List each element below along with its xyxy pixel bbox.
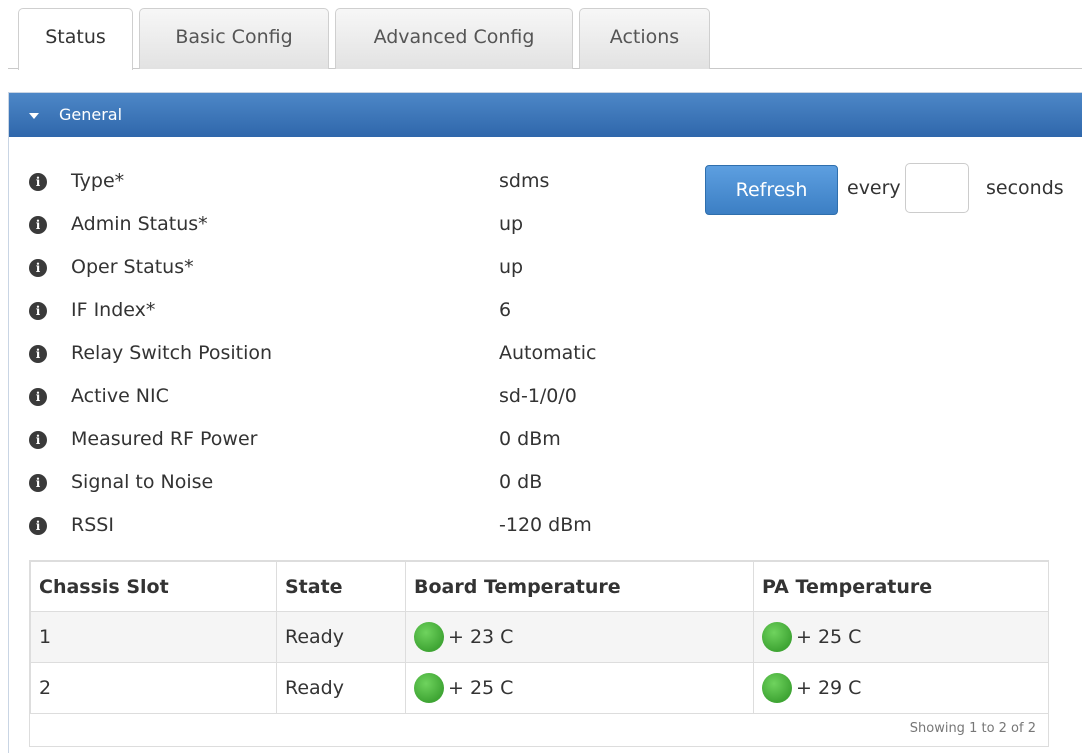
column-header-board-temperature[interactable]: Board Temperature [405,561,754,612]
tab-basic-config[interactable]: Basic Config [139,8,329,69]
property-label: Relay Switch Position [71,342,273,364]
caret-down-icon [29,113,39,119]
status-ok-icon [762,622,792,652]
cell-pa-temperature: + 25 C [753,611,1049,663]
status-ok-icon [762,673,792,703]
property-row-type: i Type* sdms [9,166,709,200]
board-temperature-value: + 25 C [448,677,514,699]
property-value: -120 dBm [499,514,592,536]
refresh-button[interactable]: Refresh [705,165,838,215]
panel-title: General [59,105,123,124]
cell-state: Ready [276,662,406,714]
seconds-label: seconds [986,177,1064,199]
property-value: Automatic [499,342,597,364]
property-row-active-nic: i Active NIC sd-1/0/0 [9,381,709,415]
property-label: Measured RF Power [71,428,258,450]
info-icon[interactable]: i [29,345,47,363]
cell-board-temperature: + 23 C [405,611,754,663]
board-temperature-value: + 23 C [448,626,514,648]
table-header-row: Chassis Slot State Board Temperature PA … [30,561,1049,612]
property-value: 0 dB [499,471,543,493]
column-header-pa-temperature[interactable]: PA Temperature [753,561,1049,612]
info-icon[interactable]: i [29,431,47,449]
table-row[interactable]: 2 Ready + 25 C + 29 C [30,662,1049,714]
property-row-measured-rf-power: i Measured RF Power 0 dBm [9,424,709,458]
cell-state: Ready [276,611,406,663]
property-label: Signal to Noise [71,471,214,493]
cell-chassis-slot: 1 [30,611,277,663]
property-label: Oper Status* [71,256,194,278]
table-row[interactable]: 1 Ready + 23 C + 25 C [30,611,1049,663]
cell-board-temperature: + 25 C [405,662,754,714]
property-label: IF Index* [71,299,156,321]
info-icon[interactable]: i [29,302,47,320]
every-label: every [847,177,901,199]
property-label: Type* [71,170,125,192]
status-ok-icon [414,622,444,652]
property-row-oper-status: i Oper Status* up [9,252,709,286]
info-icon[interactable]: i [29,259,47,277]
property-value: sd-1/0/0 [499,385,577,407]
property-row-signal-to-noise: i Signal to Noise 0 dB [9,467,709,501]
info-icon[interactable]: i [29,474,47,492]
chassis-table: Chassis Slot State Board Temperature PA … [30,561,1049,714]
tab-actions[interactable]: Actions [579,8,710,69]
info-icon[interactable]: i [29,517,47,535]
property-value: up [499,256,524,278]
info-icon[interactable]: i [29,173,47,191]
property-value: up [499,213,524,235]
pa-temperature-value: + 25 C [796,626,862,648]
status-ok-icon [414,673,444,703]
cell-pa-temperature: + 29 C [753,662,1049,714]
refresh-interval-input[interactable] [905,163,969,213]
property-value: 6 [499,299,512,321]
property-row-if-index: i IF Index* 6 [9,295,709,329]
column-header-state[interactable]: State [276,561,406,612]
tab-status[interactable]: Status [18,8,133,70]
column-header-chassis-slot[interactable]: Chassis Slot [30,561,277,612]
property-value: sdms [499,170,550,192]
property-value: 0 dBm [499,428,561,450]
property-row-admin-status: i Admin Status* up [9,209,709,243]
table-pagination-info: Showing 1 to 2 of 2 [909,721,1036,736]
property-row-relay-switch-position: i Relay Switch Position Automatic [9,338,709,372]
general-panel-header[interactable]: General [9,93,1082,137]
property-label: Active NIC [71,385,169,407]
property-row-rssi: i RSSI -120 dBm [9,510,709,544]
general-panel: General i Type* sdms i Admin Status* up … [8,92,1082,753]
info-icon[interactable]: i [29,388,47,406]
tab-bar: Status Basic Config Advanced Config Acti… [0,0,1082,70]
info-icon[interactable]: i [29,216,47,234]
property-label: Admin Status* [71,213,208,235]
property-label: RSSI [71,514,114,536]
cell-chassis-slot: 2 [30,662,277,714]
tab-advanced-config[interactable]: Advanced Config [335,8,573,69]
chassis-table-container: Chassis Slot State Board Temperature PA … [29,560,1049,747]
pa-temperature-value: + 29 C [796,677,862,699]
